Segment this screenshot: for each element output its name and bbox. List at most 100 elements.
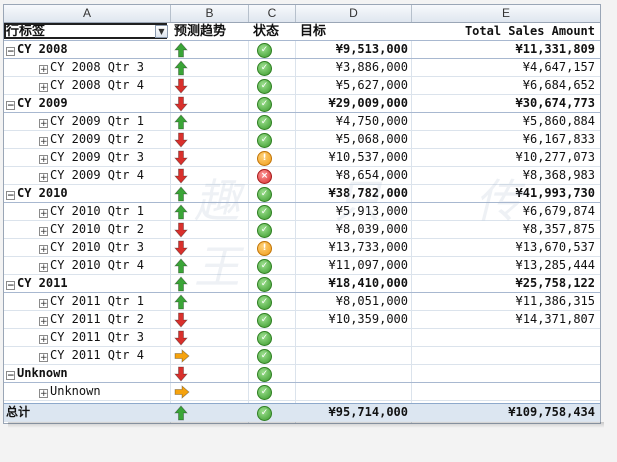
sales-cell[interactable]: ¥11,331,809 xyxy=(412,41,600,58)
row-label-cell[interactable]: + CY 2010 Qtr 3 xyxy=(4,239,171,256)
dropdown-arrow-icon[interactable]: ▼ xyxy=(155,25,168,38)
quarter-row: + CY 2008 Qtr 3 ✓ ¥3,886,000 ¥4,647,157 xyxy=(4,59,600,77)
sales-cell[interactable]: ¥41,993,730 xyxy=(412,185,600,202)
sales-cell[interactable]: ¥25,758,122 xyxy=(412,275,600,292)
row-label-cell[interactable]: − CY 2008 xyxy=(4,41,171,58)
row-label-text: CY 2008 Qtr 4 xyxy=(50,78,144,92)
target-cell[interactable]: ¥10,537,000 xyxy=(296,149,412,166)
status-cell: ✓ xyxy=(249,293,296,310)
row-label-cell[interactable]: − CY 2011 xyxy=(4,275,171,292)
plus-box-icon[interactable]: + xyxy=(39,227,48,237)
target-cell[interactable]: ¥38,782,000 xyxy=(296,185,412,202)
sales-cell[interactable]: ¥6,167,833 xyxy=(412,131,600,148)
row-label-cell[interactable]: − Unknown xyxy=(4,365,171,382)
target-cell[interactable]: ¥5,913,000 xyxy=(296,203,412,220)
row-label-cell[interactable]: + CY 2011 Qtr 1 xyxy=(4,293,171,310)
plus-box-icon[interactable]: + xyxy=(39,173,48,183)
up-arrow-icon xyxy=(174,186,190,202)
target-cell[interactable]: ¥29,009,000 xyxy=(296,95,412,112)
trend-cell xyxy=(171,383,249,400)
sales-cell[interactable]: ¥13,670,537 xyxy=(412,239,600,256)
plus-box-icon[interactable]: + xyxy=(39,335,48,345)
target-cell[interactable]: ¥4,750,000 xyxy=(296,113,412,130)
column-header-c[interactable]: C xyxy=(249,5,296,22)
minus-box-icon[interactable]: − xyxy=(6,101,15,111)
row-label-cell[interactable]: 总计 xyxy=(4,404,171,421)
plus-box-icon[interactable]: + xyxy=(39,317,48,327)
target-cell[interactable]: ¥8,039,000 xyxy=(296,221,412,238)
plus-box-icon[interactable]: + xyxy=(39,263,48,273)
row-label-cell[interactable]: + CY 2009 Qtr 1 xyxy=(4,113,171,130)
row-label-cell[interactable]: + CY 2010 Qtr 1 xyxy=(4,203,171,220)
sales-cell[interactable]: ¥4,647,157 xyxy=(412,59,600,76)
column-header-d[interactable]: D xyxy=(296,5,412,22)
row-label-cell[interactable]: + CY 2009 Qtr 3 xyxy=(4,149,171,166)
target-cell[interactable] xyxy=(296,365,412,382)
target-cell[interactable]: ¥18,410,000 xyxy=(296,275,412,292)
plus-box-icon[interactable]: + xyxy=(39,299,48,309)
sales-cell[interactable]: ¥109,758,434 xyxy=(412,404,600,421)
column-header-e[interactable]: E xyxy=(412,5,600,22)
minus-box-icon[interactable]: − xyxy=(6,47,15,57)
row-label-cell[interactable]: − CY 2010 xyxy=(4,185,171,202)
target-cell[interactable] xyxy=(296,383,412,400)
plus-box-icon[interactable]: + xyxy=(39,65,48,75)
check-circle-icon: ✓ xyxy=(257,313,272,328)
minus-box-icon[interactable]: − xyxy=(6,191,15,201)
target-cell[interactable]: ¥5,068,000 xyxy=(296,131,412,148)
target-cell[interactable]: ¥8,051,000 xyxy=(296,293,412,310)
target-cell[interactable] xyxy=(296,347,412,364)
sales-cell[interactable]: ¥8,357,875 xyxy=(412,221,600,238)
row-label-cell[interactable]: − CY 2009 xyxy=(4,95,171,112)
sales-cell[interactable]: ¥30,674,773 xyxy=(412,95,600,112)
row-label-text: 总计 xyxy=(6,405,31,419)
check-circle-icon: ✓ xyxy=(257,115,272,130)
minus-box-icon[interactable]: − xyxy=(6,371,15,381)
sales-cell[interactable]: ¥6,679,874 xyxy=(412,203,600,220)
sales-cell[interactable] xyxy=(412,383,600,400)
plus-box-icon[interactable]: + xyxy=(39,119,48,129)
plus-box-icon[interactable]: + xyxy=(39,155,48,165)
plus-box-icon[interactable]: + xyxy=(39,137,48,147)
row-label-cell[interactable]: + Unknown xyxy=(4,383,171,400)
plus-box-icon[interactable]: + xyxy=(39,353,48,363)
minus-box-icon[interactable]: − xyxy=(6,281,15,291)
target-cell[interactable]: ¥95,714,000 xyxy=(296,404,412,421)
row-label-cell[interactable]: + CY 2010 Qtr 2 xyxy=(4,221,171,238)
plus-box-icon[interactable]: + xyxy=(39,209,48,219)
target-cell[interactable]: ¥10,359,000 xyxy=(296,311,412,328)
target-cell[interactable]: ¥3,886,000 xyxy=(296,59,412,76)
sales-cell[interactable]: ¥6,684,652 xyxy=(412,77,600,94)
sales-cell[interactable] xyxy=(412,347,600,364)
quarter-row: + CY 2010 Qtr 1 ✓ ¥5,913,000 ¥6,679,874 xyxy=(4,203,600,221)
sales-cell[interactable]: ¥13,285,444 xyxy=(412,257,600,274)
sales-cell[interactable] xyxy=(412,329,600,346)
target-cell[interactable]: ¥9,513,000 xyxy=(296,41,412,58)
target-cell[interactable]: ¥8,654,000 xyxy=(296,167,412,184)
target-cell[interactable]: ¥11,097,000 xyxy=(296,257,412,274)
plus-box-icon[interactable]: + xyxy=(39,83,48,93)
sales-cell[interactable]: ¥8,368,983 xyxy=(412,167,600,184)
sales-cell[interactable] xyxy=(412,365,600,382)
column-header-a[interactable]: A xyxy=(4,5,171,22)
row-label-cell[interactable]: + CY 2011 Qtr 3 xyxy=(4,329,171,346)
row-label-cell[interactable]: + CY 2010 Qtr 4 xyxy=(4,257,171,274)
row-label-cell[interactable]: + CY 2009 Qtr 2 xyxy=(4,131,171,148)
row-label-cell[interactable]: + CY 2011 Qtr 4 xyxy=(4,347,171,364)
sales-cell[interactable]: ¥11,386,315 xyxy=(412,293,600,310)
row-label-cell[interactable]: + CY 2009 Qtr 4 xyxy=(4,167,171,184)
plus-box-icon[interactable]: + xyxy=(39,389,48,399)
sales-cell[interactable]: ¥14,371,807 xyxy=(412,311,600,328)
target-cell[interactable] xyxy=(296,329,412,346)
row-label-cell[interactable]: + CY 2008 Qtr 3 xyxy=(4,59,171,76)
column-header-b[interactable]: B xyxy=(171,5,249,22)
plus-box-icon[interactable]: + xyxy=(39,245,48,255)
sales-cell[interactable]: ¥10,277,073 xyxy=(412,149,600,166)
sales-cell[interactable]: ¥5,860,884 xyxy=(412,113,600,130)
row-label-cell[interactable]: + CY 2011 Qtr 2 xyxy=(4,311,171,328)
trend-cell xyxy=(171,41,249,58)
target-cell[interactable]: ¥13,733,000 xyxy=(296,239,412,256)
row-label-cell[interactable]: + CY 2008 Qtr 4 xyxy=(4,77,171,94)
trend-cell xyxy=(171,239,249,256)
target-cell[interactable]: ¥5,627,000 xyxy=(296,77,412,94)
